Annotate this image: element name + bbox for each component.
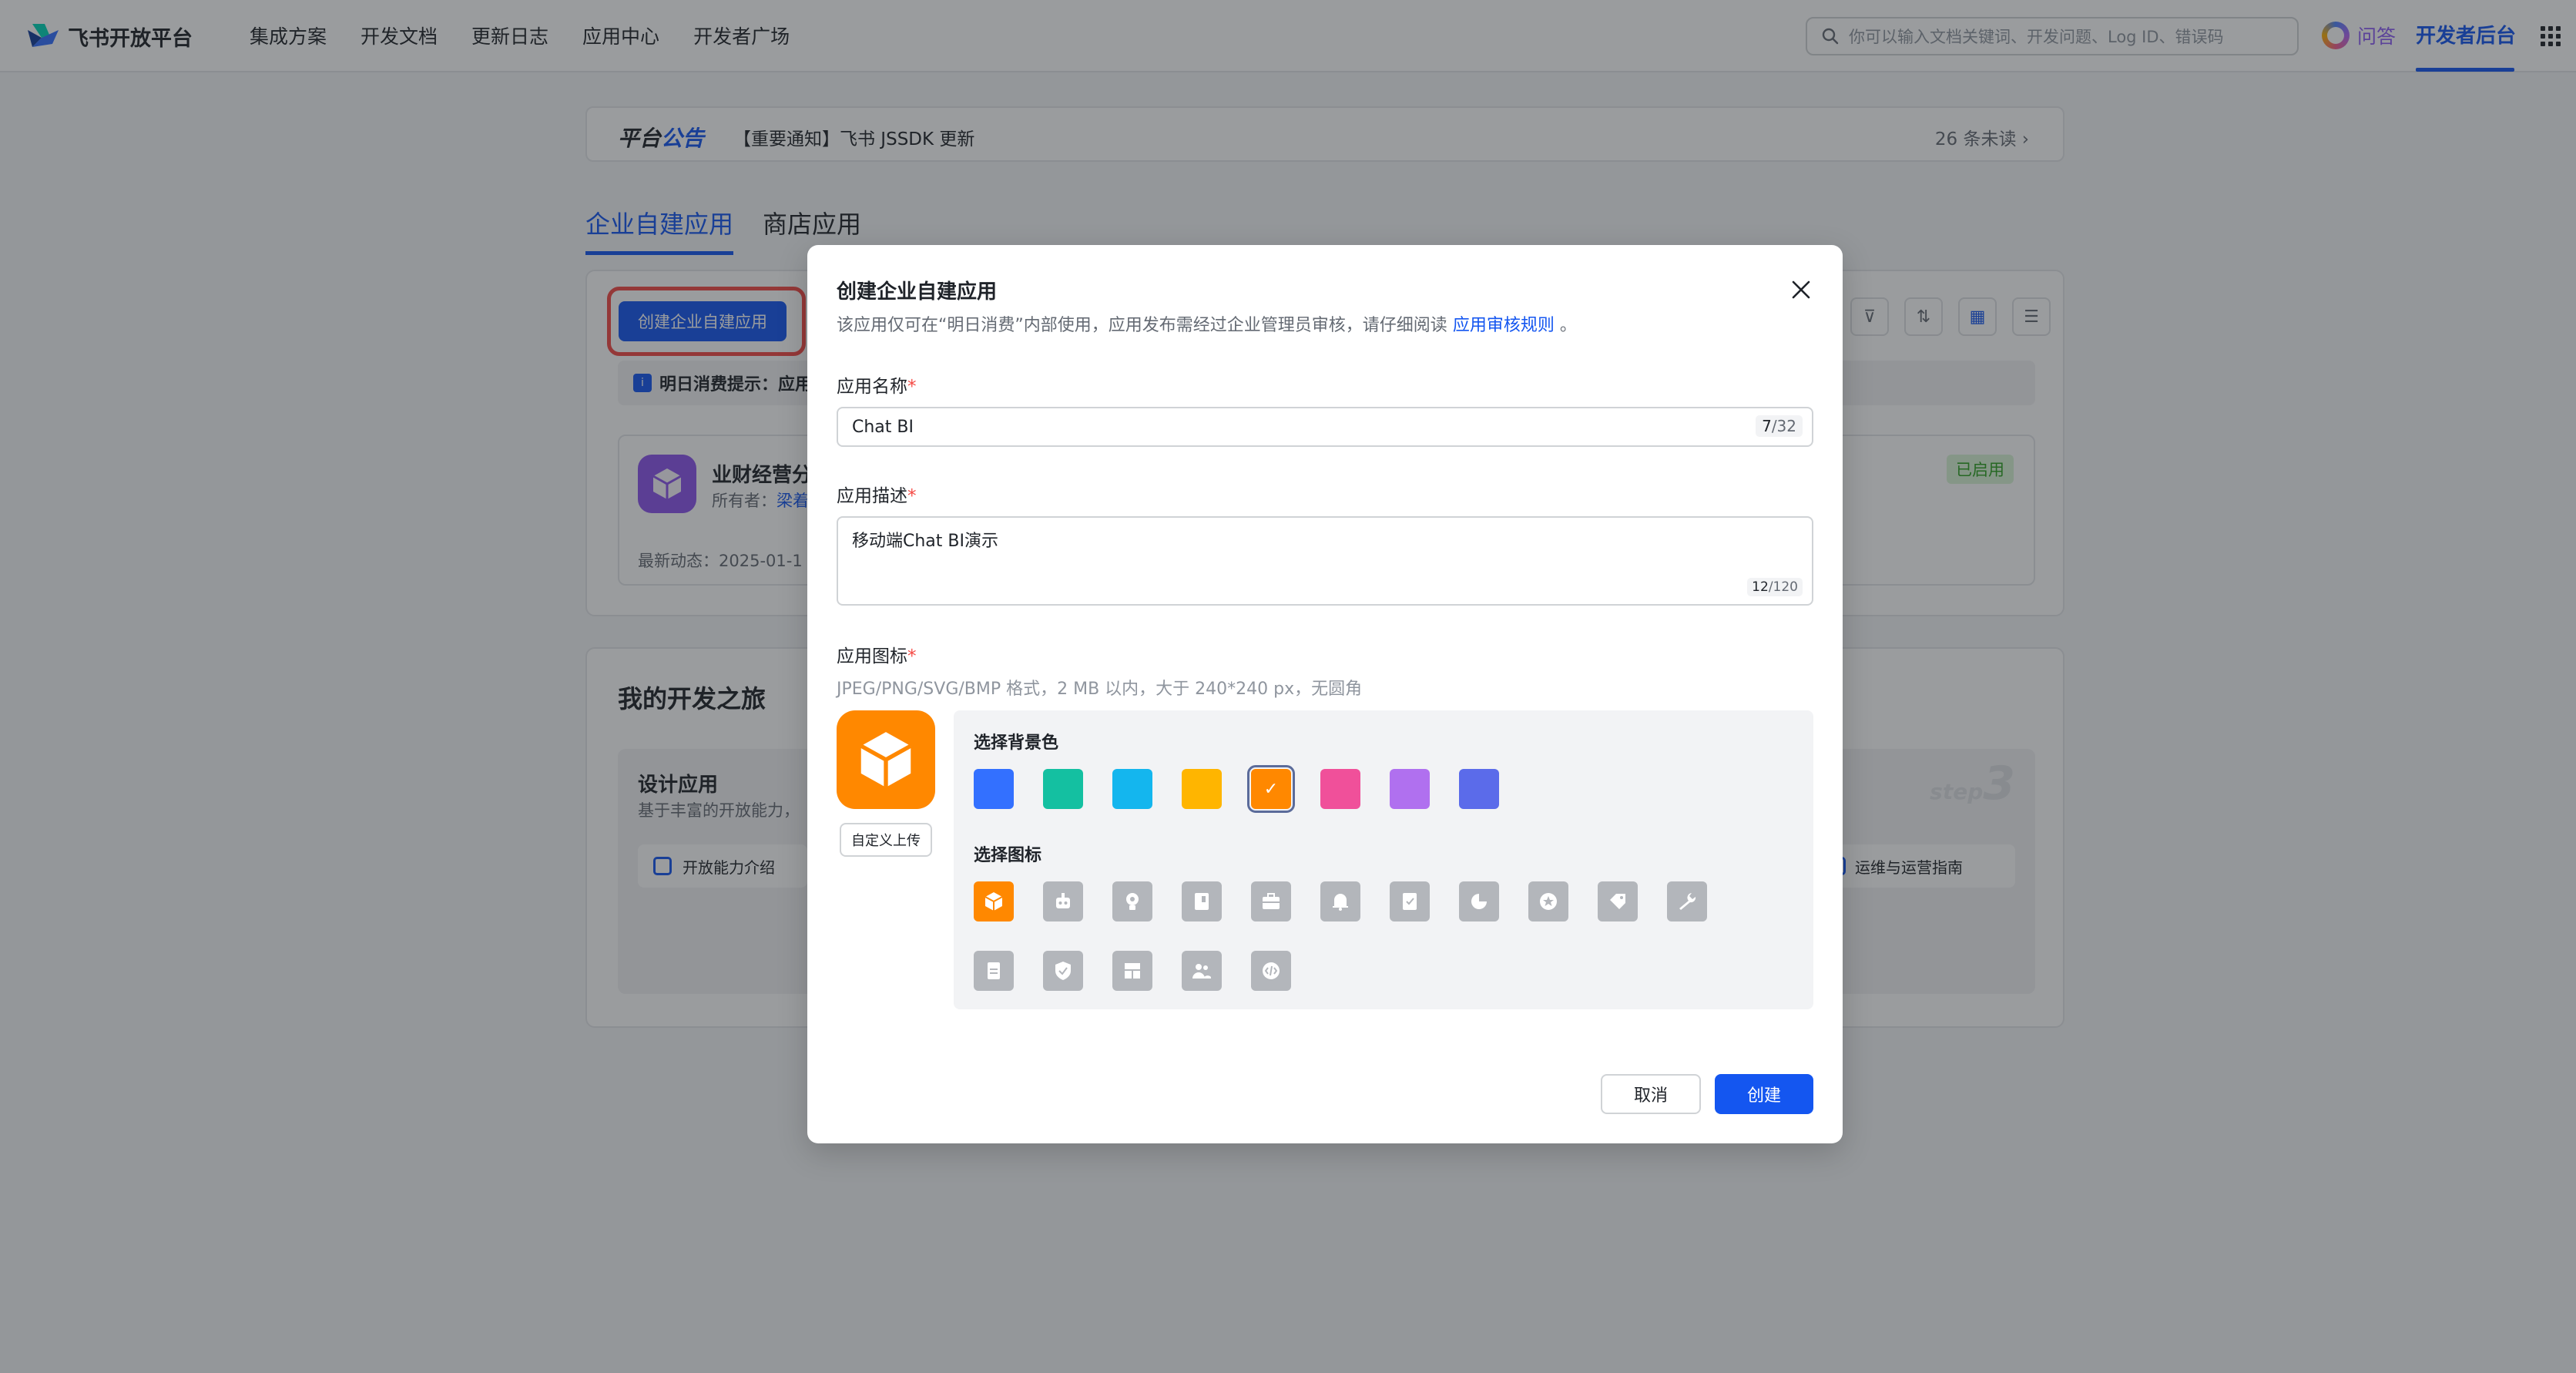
icon-picker: 选择背景色 ✓ 选择图标: [954, 710, 1813, 1009]
close-icon[interactable]: [1786, 274, 1816, 305]
desc-char-counter: 12/120: [1747, 578, 1803, 596]
box-icon: [860, 732, 912, 787]
icon-select-label: 选择图标: [974, 846, 1042, 865]
users-icon[interactable]: [1182, 951, 1222, 991]
dialog-title: 创建企业自建应用: [837, 280, 998, 304]
app-name-field[interactable]: Chat BI 7/32: [837, 407, 1813, 447]
review-rules-link[interactable]: 应用审核规则: [1453, 316, 1555, 335]
briefcase-icon[interactable]: [1251, 881, 1291, 921]
custom-upload-button[interactable]: 自定义上传: [840, 823, 932, 857]
color-swatch[interactable]: [1043, 769, 1083, 809]
bg-color-label: 选择背景色: [974, 733, 1059, 753]
create-button[interactable]: 创建: [1715, 1074, 1813, 1114]
box-icon[interactable]: [974, 881, 1014, 921]
color-swatch[interactable]: [1320, 769, 1360, 809]
app-description-value: 移动端Chat BI演示: [852, 532, 998, 551]
icon-label: 应用图标*: [837, 646, 917, 666]
icon-options: [974, 881, 1775, 991]
create-app-dialog: 创建企业自建应用 该应用仅可在“明日消费”内部使用，应用发布需经过企业管理员审核…: [807, 245, 1843, 1143]
app-name-value: Chat BI: [852, 418, 914, 437]
tag-icon[interactable]: [1598, 881, 1638, 921]
shield-icon[interactable]: [1043, 951, 1083, 991]
color-swatch[interactable]: ✓: [1247, 765, 1295, 813]
pie-icon[interactable]: [1459, 881, 1499, 921]
desc-label: 应用描述*: [837, 486, 917, 506]
color-swatch[interactable]: [1112, 769, 1152, 809]
book-icon[interactable]: [1182, 881, 1222, 921]
star-icon[interactable]: [1528, 881, 1568, 921]
wrench-icon[interactable]: [1667, 881, 1707, 921]
icon-preview: [837, 710, 935, 809]
robot-icon[interactable]: [1043, 881, 1083, 921]
check-icon: ✓: [1263, 779, 1279, 799]
color-swatch[interactable]: [974, 769, 1014, 809]
name-label: 应用名称*: [837, 377, 917, 397]
color-swatch[interactable]: [1182, 769, 1222, 809]
color-swatch[interactable]: [1459, 769, 1499, 809]
name-char-counter: 7/32: [1756, 415, 1803, 437]
cancel-button[interactable]: 取消: [1601, 1074, 1701, 1114]
document-icon[interactable]: [974, 951, 1014, 991]
app-description-field[interactable]: 移动端Chat BI演示 12/120: [837, 516, 1813, 606]
dialog-subtitle: 该应用仅可在“明日消费”内部使用，应用发布需经过企业管理员审核，请仔细阅读 应用…: [837, 316, 1577, 335]
bulb-icon[interactable]: [1112, 881, 1152, 921]
icon-hint: JPEG/PNG/SVG/BMP 格式，2 MB 以内，大于 240*240 p…: [837, 680, 1363, 699]
bell-icon[interactable]: [1320, 881, 1360, 921]
color-swatch[interactable]: [1390, 769, 1430, 809]
layout-icon[interactable]: [1112, 951, 1152, 991]
bg-color-swatches: ✓: [974, 765, 1499, 813]
bookmark-icon[interactable]: [1390, 881, 1430, 921]
code-icon[interactable]: [1251, 951, 1291, 991]
